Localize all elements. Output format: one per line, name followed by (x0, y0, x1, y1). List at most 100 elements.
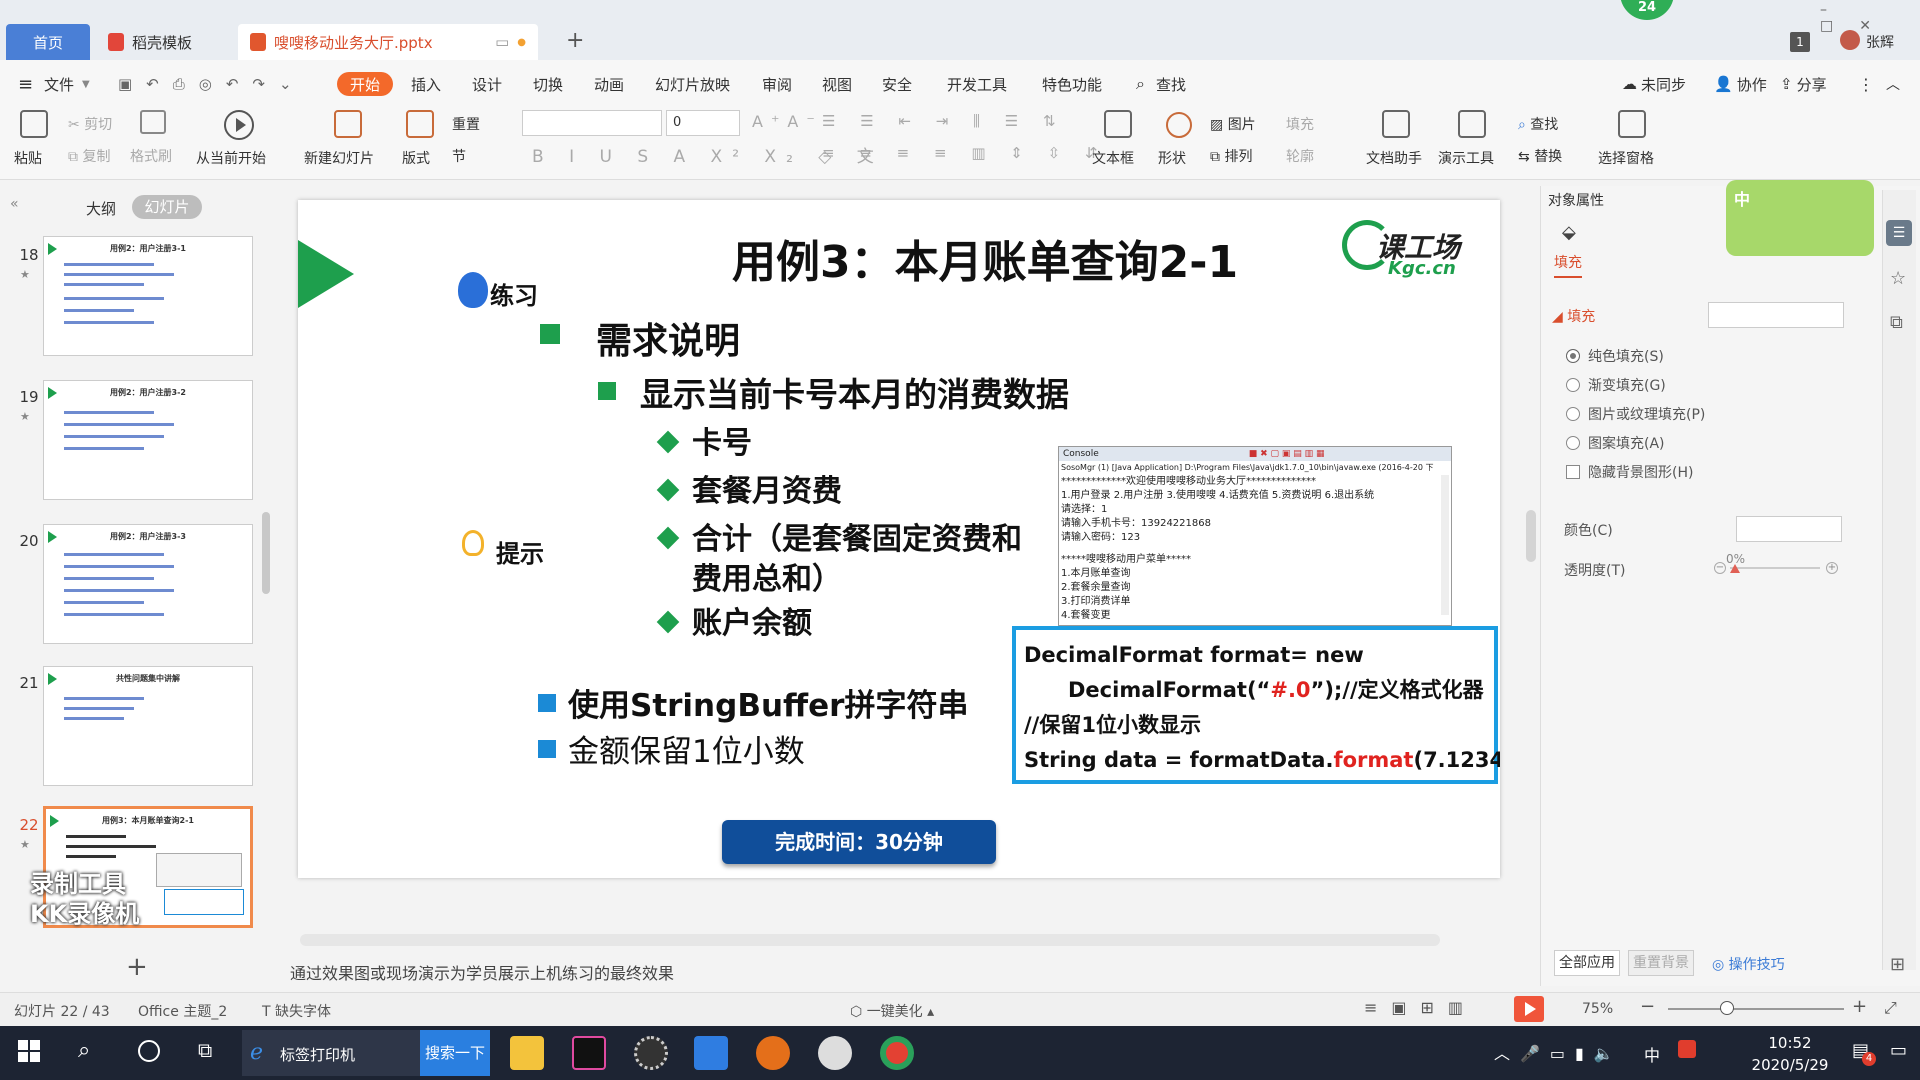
radio-picture-fill[interactable]: 图片或纹理填充(P) (1566, 404, 1705, 424)
fill-section-header[interactable]: ◢ 填充 (1552, 306, 1595, 326)
radio-solid-fill[interactable]: 纯色填充(S) (1566, 346, 1664, 366)
window-controls[interactable]: –□✕ (1820, 2, 1920, 34)
chevron-down-icon[interactable]: ▼ (82, 72, 90, 96)
menu-slideshow[interactable]: 幻灯片放映 (655, 72, 730, 96)
taskbar-printer-app[interactable]: ℯ 标签打印机 (242, 1030, 420, 1076)
tab-outline[interactable]: 大纲 (86, 198, 116, 219)
collab-button[interactable]: 👤 协作 (1714, 72, 1767, 96)
menu-special[interactable]: 特色功能 (1042, 72, 1102, 96)
from-current-button[interactable]: 从当前开始 (196, 148, 266, 168)
sogou-icon[interactable] (1678, 1040, 1696, 1058)
reset-bg-button[interactable]: 重置背景 (1628, 950, 1694, 976)
ime-indicator[interactable]: 中 (1644, 1042, 1660, 1066)
search-icon[interactable]: ⌕ (78, 1038, 90, 1063)
grid-icon[interactable]: ⊞ (1890, 954, 1905, 975)
slide-thumb-18[interactable]: 用例2：用户注册3-1 (43, 236, 253, 356)
menu-review[interactable]: 审阅 (762, 72, 792, 96)
cut-button[interactable]: ✂ 剪切 (68, 114, 112, 134)
zoom-out-icon[interactable]: − (1640, 996, 1655, 1017)
search-icon[interactable]: ⌕ (1136, 72, 1145, 96)
font-grow-shrink-icons[interactable]: A⁺A⁻ (752, 112, 823, 131)
clock-time[interactable]: 10:52 (1750, 1034, 1830, 1052)
paragraph-icons[interactable]: ☰ ☰ ⇤ ⇥ ⫼ ☰ ⇅ (822, 112, 1066, 130)
menu-view[interactable]: 视图 (822, 72, 852, 96)
select-pane-button[interactable]: 选择窗格 (1598, 148, 1654, 168)
new-slide-button[interactable]: 新建幻灯片 (304, 148, 374, 168)
view-mode-icons[interactable]: ≡▣⊞▥ (1364, 998, 1477, 1017)
section-button[interactable]: 节 (452, 146, 466, 166)
beautify-button[interactable]: ⬡ 一键美化 ▴ (850, 1001, 934, 1021)
fill-dropdown[interactable] (1708, 302, 1844, 328)
zoom-slider[interactable] (1668, 1008, 1844, 1010)
layout-button[interactable]: 版式 (402, 148, 430, 168)
find-button[interactable]: ⌕ 查找 (1518, 114, 1558, 134)
add-slide-icon[interactable]: + (126, 952, 148, 982)
transform-icon[interactable]: ⧉ (1890, 312, 1903, 333)
missing-font[interactable]: T 缺失字体 (262, 1001, 331, 1021)
textbox-button[interactable]: 文本框 (1092, 148, 1134, 168)
search-once-button[interactable]: 搜索一下 (420, 1030, 490, 1076)
menu-transition[interactable]: 切换 (533, 72, 563, 96)
present-tool-button[interactable]: 演示工具 (1438, 148, 1494, 168)
speaker-notes[interactable]: 通过效果图或现场演示为学员展示上机练习的最终效果 (290, 960, 674, 984)
font-size-field[interactable]: 0 (666, 110, 740, 136)
properties-icon[interactable]: ☰ (1886, 220, 1912, 246)
horizontal-scrollbar[interactable] (300, 934, 1440, 946)
qq-icon[interactable] (818, 1036, 852, 1070)
play-slideshow-button[interactable] (1514, 996, 1544, 1022)
wps-writer-icon[interactable] (694, 1036, 728, 1070)
fill-tab[interactable]: 填充 (1554, 252, 1582, 278)
transparency-slider[interactable]: − + (1714, 562, 1838, 576)
format-painter-button[interactable]: 格式刷 (130, 146, 172, 166)
folder-icon[interactable] (510, 1036, 544, 1070)
zoom-slider-knob[interactable] (1720, 1001, 1734, 1015)
menu-file[interactable]: 文件 (44, 72, 74, 96)
vertical-scrollbar[interactable] (1524, 190, 1538, 970)
theme-name[interactable]: Office 主题_2 (138, 1001, 227, 1021)
zoom-level[interactable]: 75% (1582, 1001, 1613, 1017)
collapse-panel-icon[interactable]: « (10, 196, 19, 212)
fit-window-icon[interactable]: ⤢ (1884, 998, 1897, 1018)
menu-insert[interactable]: 插入 (411, 72, 441, 96)
color-dropdown[interactable] (1736, 516, 1842, 542)
zoom-in-icon[interactable]: + (1852, 996, 1867, 1017)
menu-start[interactable]: 开始 (337, 72, 393, 96)
slide-thumb-20[interactable]: 用例2：用户注册3-3 (43, 524, 253, 644)
tab-docer[interactable]: 稻壳模板 (96, 24, 230, 60)
fill-button[interactable]: 填充 (1286, 114, 1314, 134)
user-name[interactable]: 张辉 (1866, 32, 1894, 52)
tab-slides[interactable]: 幻灯片 (132, 195, 202, 219)
fill-bucket-icon[interactable]: ⬙ (1562, 222, 1576, 243)
apply-all-button[interactable]: 全部应用 (1554, 950, 1620, 976)
tab-home[interactable]: 首页 (6, 24, 90, 60)
slide-thumb-19[interactable]: 用例2：用户注册3-2 (43, 380, 253, 500)
collapse-ribbon-icon[interactable]: ︿ (1886, 72, 1900, 96)
paste-icon[interactable] (20, 110, 48, 138)
action-center-icon[interactable]: ▭ (1890, 1040, 1907, 1061)
slide-thumb-21[interactable]: 共性问题集中讲解 (43, 666, 253, 786)
tab-pptx-file[interactable]: 嗖嗖移动业务大厅.pptx ▭ ● (238, 24, 538, 60)
scroll-thumb[interactable] (1526, 510, 1536, 562)
paste-button[interactable]: 粘贴 (14, 148, 42, 168)
copy-button[interactable]: ⧉ 复制 (68, 146, 110, 166)
align-icons[interactable]: ≡ ≡ ≡ ≡ ▥ ⇕ ⇳ ⇵ (822, 144, 1108, 162)
replace-button[interactable]: ⇆ 替换 (1518, 146, 1562, 166)
radio-gradient-fill[interactable]: 渐变填充(G) (1566, 375, 1666, 395)
new-tab-icon[interactable]: + (566, 28, 584, 53)
doc-helper-button[interactable]: 文档助手 (1366, 148, 1422, 168)
thumbs-scrollbar[interactable] (262, 512, 270, 594)
menu-animation[interactable]: 动画 (594, 72, 624, 96)
menu-design[interactable]: 设计 (472, 72, 502, 96)
page-badge[interactable]: 1 (1790, 32, 1810, 52)
quick-access-icons[interactable]: ▣↶⎙◎↶↷⌄ (118, 72, 306, 96)
tray-icons[interactable]: ︿🎤▭▮🔈 (1494, 1040, 1624, 1064)
clock-date[interactable]: 2020/5/29 (1740, 1056, 1840, 1074)
settings-gear-icon[interactable] (634, 1036, 668, 1070)
tab-monitor-icon[interactable]: ▭ (495, 33, 509, 51)
tips-link[interactable]: ◎ 操作技巧 (1712, 954, 1785, 974)
font-name-field[interactable] (522, 110, 662, 136)
recorder-icon[interactable] (756, 1036, 790, 1070)
more-icon[interactable]: ⋮ (1858, 72, 1874, 96)
menu-find[interactable]: 查找 (1156, 72, 1186, 96)
outline-button[interactable]: 轮廓 (1286, 146, 1314, 166)
